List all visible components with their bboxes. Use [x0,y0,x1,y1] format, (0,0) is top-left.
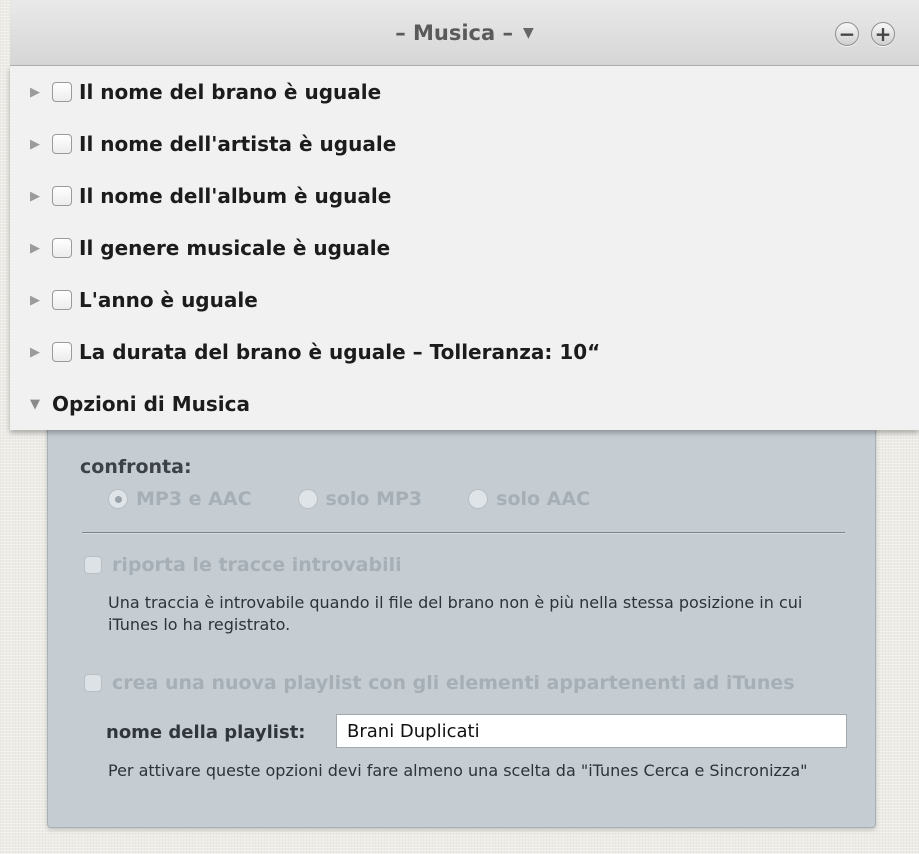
disclosure-triangle-icon[interactable]: ▶ [10,241,52,256]
missing-tracks-description: Una traccia è introvabile quando il file… [108,593,803,634]
compare-radio-group: MP3 e AAC solo MP3 solo AAC [108,488,636,510]
artist-name-checkbox[interactable] [52,134,72,154]
criteria-label: Il nome dell'artista è uguale [79,132,397,156]
missing-tracks-label: riporta le tracce introvabili [112,554,402,576]
compare-label: confronta: [80,456,192,478]
radio-aac-only[interactable]: solo AAC [468,488,590,510]
genre-checkbox[interactable] [52,238,72,258]
track-name-checkbox[interactable] [52,82,72,102]
album-name-checkbox[interactable] [52,186,72,206]
missing-tracks-checkbox[interactable] [84,556,102,574]
disclosure-triangle-icon[interactable]: ▶ [10,85,52,100]
playlist-name-label: nome della playlist: [106,722,306,743]
radio-label: MP3 e AAC [136,488,252,510]
criteria-row-year[interactable]: ▶ L'anno è uguale [10,274,919,326]
criteria-label: Il genere musicale è uguale [79,236,391,260]
radio-mp3-aac[interactable]: MP3 e AAC [108,488,252,510]
radio-selected-icon [108,489,128,509]
category-dropdown[interactable]: – Musica – ▼ [395,21,534,45]
criteria-row-duration[interactable]: ▶ La durata del brano è uguale – Tollera… [10,326,919,378]
disclosure-triangle-icon[interactable]: ▶ [10,293,52,308]
year-checkbox[interactable] [52,290,72,310]
disclosure-triangle-icon[interactable]: ▶ [10,345,52,360]
new-playlist-checkbox-row[interactable]: crea una nuova playlist con gli elementi… [84,672,795,694]
criteria-row-track-name[interactable]: ▶ Il nome del brano è uguale [10,66,919,118]
options-header-label: Opzioni di Musica [52,392,250,416]
criteria-list: ▶ Il nome del brano è uguale ▶ Il nome d… [10,66,919,430]
disclosure-triangle-icon[interactable]: ▶ [10,137,52,152]
music-options-header[interactable]: ▼ Opzioni di Musica [10,378,919,430]
new-playlist-label: crea una nuova playlist con gli elementi… [112,672,795,694]
radio-label: solo MP3 [325,488,423,510]
criteria-row-album-name[interactable]: ▶ Il nome dell'album è uguale [10,170,919,222]
radio-label: solo AAC [496,488,591,510]
criteria-label: Il nome dell'album è uguale [79,184,392,208]
music-options-panel: confronta: MP3 e AAC solo MP3 solo AAC r… [47,420,876,828]
criteria-row-genre[interactable]: ▶ Il genere musicale è uguale [10,222,919,274]
disclosure-triangle-icon[interactable]: ▶ [10,189,52,204]
category-title: – Musica – [395,20,513,45]
playlist-name-input[interactable] [336,714,847,748]
radio-mp3-only[interactable]: solo MP3 [297,488,423,510]
criteria-label: L'anno è uguale [79,288,258,312]
remove-button[interactable]: − [835,22,859,46]
duration-checkbox[interactable] [52,342,72,362]
add-button[interactable]: + [871,22,895,46]
new-playlist-checkbox[interactable] [84,674,102,692]
radio-unselected-icon [297,489,318,509]
enable-options-note: Per attivare queste opzioni devi fare al… [108,761,808,780]
title-bar: – Musica – ▼ − + [10,0,919,66]
minus-icon: − [838,22,856,46]
plus-icon: + [874,22,892,46]
divider [82,532,845,534]
missing-tracks-checkbox-row[interactable]: riporta le tracce introvabili [84,554,402,576]
criteria-label: Il nome del brano è uguale [79,80,382,104]
criteria-row-artist-name[interactable]: ▶ Il nome dell'artista è uguale [10,118,919,170]
dropdown-arrow-icon: ▼ [523,24,534,41]
disclosure-triangle-expanded-icon[interactable]: ▼ [10,397,52,412]
criteria-label: La durata del brano è uguale – Tolleranz… [79,340,601,364]
radio-unselected-icon [468,489,489,509]
